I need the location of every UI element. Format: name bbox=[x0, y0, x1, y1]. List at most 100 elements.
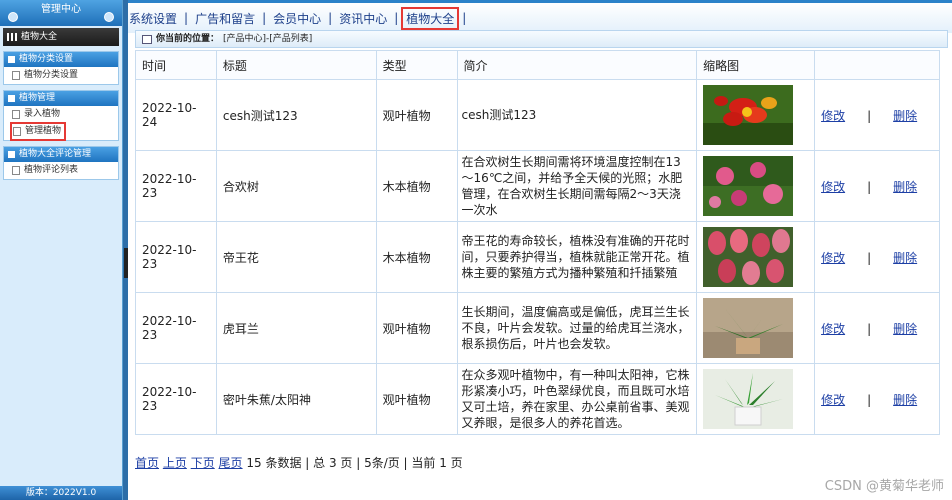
delete-link[interactable]: 删除 bbox=[893, 109, 917, 123]
edit-link[interactable]: 修改 bbox=[821, 393, 845, 407]
table-row: 2022-10-23 帝王花 木本植物 帝王花的寿命较长，植株没有准确的开花时间… bbox=[135, 221, 940, 293]
delete-link[interactable]: 删除 bbox=[893, 322, 917, 336]
action-separator: | bbox=[867, 321, 872, 336]
plant-table: 时间 标题 类型 简介 缩略图 2022-10-24 cesh测试123 观叶植… bbox=[135, 50, 940, 435]
sidebar-footer: 版本：2022V1.0 bbox=[0, 486, 122, 500]
document-icon bbox=[12, 166, 20, 175]
group-icon bbox=[8, 95, 15, 102]
breadcrumb: 你当前的位置： [产品中心]-[产品列表] bbox=[135, 30, 948, 48]
breadcrumb-path: [产品中心]-[产品列表] bbox=[223, 34, 313, 44]
sidebar-item-manage-plants[interactable]: 管理植物 bbox=[10, 122, 66, 141]
grid-icon bbox=[7, 33, 17, 41]
cell-type: 观叶植物 bbox=[375, 79, 458, 151]
table-row: 2022-10-23 密叶朱蕉/太阳神 观叶植物 在众多观叶植物中，有一种叫太阳… bbox=[135, 363, 940, 435]
prev-page-link[interactable]: 上页 bbox=[163, 456, 187, 470]
sidebar-title-label: 植物大全 bbox=[21, 32, 58, 42]
edit-link[interactable]: 修改 bbox=[821, 251, 845, 265]
nav-item-member-center[interactable]: 会员中心 bbox=[272, 10, 322, 27]
col-header-title: 标题 bbox=[215, 50, 377, 80]
pin-icon bbox=[8, 12, 18, 22]
edit-link[interactable]: 修改 bbox=[821, 322, 845, 336]
document-icon bbox=[12, 110, 20, 119]
sidebar: 管理中心 植物大全 植物分类设置 植物分类设置 植物管理 录入植物 管理植物 植… bbox=[0, 0, 124, 500]
document-icon bbox=[12, 71, 20, 80]
col-header-actions bbox=[814, 50, 940, 80]
pagination: 首页 上页 下页 尾页 15 条数据 | 总 3 页 | 5条/页 | 当前 1… bbox=[135, 454, 463, 471]
cell-title: 合欢树 bbox=[215, 150, 377, 222]
delete-link[interactable]: 删除 bbox=[893, 393, 917, 407]
potted-green-plant-thumbnail[interactable] bbox=[703, 298, 794, 358]
breadcrumb-prefix: 你当前的位置： bbox=[156, 34, 220, 44]
nav-separator: | bbox=[462, 11, 467, 25]
action-separator: | bbox=[867, 108, 872, 123]
cell-title: 虎耳兰 bbox=[215, 292, 377, 364]
cell-type: 木本植物 bbox=[375, 150, 458, 222]
cell-intro: 在合欢树生长期间需将环境温度控制在13～16℃之间，并给予全天候的光照；水肥管理… bbox=[456, 150, 698, 222]
edit-link[interactable]: 修改 bbox=[821, 180, 845, 194]
cell-title: 帝王花 bbox=[215, 221, 377, 293]
sidebar-item-comment-list[interactable]: 植物评论列表 bbox=[4, 162, 118, 179]
last-page-link[interactable]: 尾页 bbox=[219, 456, 243, 470]
cell-thumbnail bbox=[696, 221, 816, 293]
pin-icon bbox=[104, 12, 114, 22]
sidebar-header: 管理中心 bbox=[0, 0, 122, 26]
nav-separator: | bbox=[262, 11, 267, 25]
cell-actions: 修改 | 删除 bbox=[814, 79, 940, 151]
cell-thumbnail bbox=[696, 79, 816, 151]
cell-title: 密叶朱蕉/太阳神 bbox=[215, 363, 377, 435]
edit-link[interactable]: 修改 bbox=[821, 109, 845, 123]
sidebar-group-header[interactable]: 植物大全评论管理 bbox=[4, 147, 118, 162]
nav-item-ads-messages[interactable]: 广告和留言 bbox=[194, 10, 256, 27]
sidebar-group-category: 植物分类设置 植物分类设置 bbox=[3, 51, 119, 85]
col-header-time: 时间 bbox=[135, 50, 217, 80]
sidebar-group-header[interactable]: 植物管理 bbox=[4, 91, 118, 106]
group-icon bbox=[8, 56, 15, 63]
first-page-link[interactable]: 首页 bbox=[135, 456, 159, 470]
col-header-intro: 简介 bbox=[456, 50, 698, 80]
nav-item-system-settings[interactable]: 系统设置 bbox=[128, 10, 178, 27]
pink-mimosa-flowers-thumbnail[interactable] bbox=[703, 156, 794, 216]
nav-separator: | bbox=[184, 11, 189, 25]
delete-link[interactable]: 删除 bbox=[893, 180, 917, 194]
cell-type: 木本植物 bbox=[375, 221, 458, 293]
nav-item-plant-encyclopedia[interactable]: 植物大全 bbox=[401, 6, 460, 30]
delete-link[interactable]: 删除 bbox=[893, 251, 917, 265]
next-page-link[interactable]: 下页 bbox=[191, 456, 215, 470]
cell-title: cesh测试123 bbox=[215, 79, 377, 151]
action-separator: | bbox=[867, 250, 872, 265]
sidebar-item-add-plant[interactable]: 录入植物 bbox=[4, 106, 118, 123]
cell-type: 观叶植物 bbox=[375, 363, 458, 435]
cell-time: 2022-10-24 bbox=[135, 79, 217, 151]
cell-time: 2022-10-23 bbox=[135, 150, 217, 222]
red-orchid-flower-thumbnail[interactable] bbox=[703, 85, 794, 145]
top-nav: 系统设置 | 广告和留言 | 会员中心 | 资讯中心 | 植物大全 | bbox=[128, 0, 952, 33]
sidebar-group-header[interactable]: 植物分类设置 bbox=[4, 52, 118, 67]
col-header-type: 类型 bbox=[375, 50, 458, 80]
action-separator: | bbox=[867, 179, 872, 194]
sidebar-title: 植物大全 bbox=[3, 28, 119, 46]
pink-protea-flowers-thumbnail[interactable] bbox=[703, 227, 794, 287]
sidebar-group-comments: 植物大全评论管理 植物评论列表 bbox=[3, 146, 119, 180]
group-icon bbox=[8, 151, 15, 158]
collapse-handle[interactable] bbox=[124, 248, 128, 278]
cell-actions: 修改 | 删除 bbox=[814, 150, 940, 222]
cell-type: 观叶植物 bbox=[375, 292, 458, 364]
table-row: 2022-10-23 虎耳兰 观叶植物 生长期间，温度偏高或是偏低，虎耳兰生长不… bbox=[135, 292, 940, 364]
cell-actions: 修改 | 删除 bbox=[814, 292, 940, 364]
cell-time: 2022-10-23 bbox=[135, 292, 217, 364]
action-separator: | bbox=[867, 392, 872, 407]
sidebar-header-label: 管理中心 bbox=[41, 4, 81, 15]
potted-dracaena-thumbnail[interactable] bbox=[703, 369, 794, 429]
sidebar-item-category-settings[interactable]: 植物分类设置 bbox=[4, 67, 118, 84]
cell-intro: 生长期间，温度偏高或是偏低，虎耳兰生长不良，叶片会发软。过量的给虎耳兰浇水，根系… bbox=[456, 292, 698, 364]
table-row: 2022-10-24 cesh测试123 观叶植物 cesh测试123 修改 | 删… bbox=[135, 79, 940, 151]
col-header-thumbnail: 缩略图 bbox=[696, 50, 816, 80]
nav-item-news-center[interactable]: 资讯中心 bbox=[338, 10, 388, 27]
table-header-row: 时间 标题 类型 简介 缩略图 bbox=[135, 50, 940, 80]
cell-thumbnail bbox=[696, 363, 816, 435]
cell-time: 2022-10-23 bbox=[135, 221, 217, 293]
window-icon bbox=[142, 34, 152, 44]
cell-intro: 在众多观叶植物中，有一种叫太阳神，它株形紧凑小巧，叶色翠绿优良，而且既可水培又可… bbox=[456, 363, 698, 435]
cell-actions: 修改 | 删除 bbox=[814, 221, 940, 293]
watermark: CSDN @黄菊华老师 bbox=[824, 479, 944, 494]
